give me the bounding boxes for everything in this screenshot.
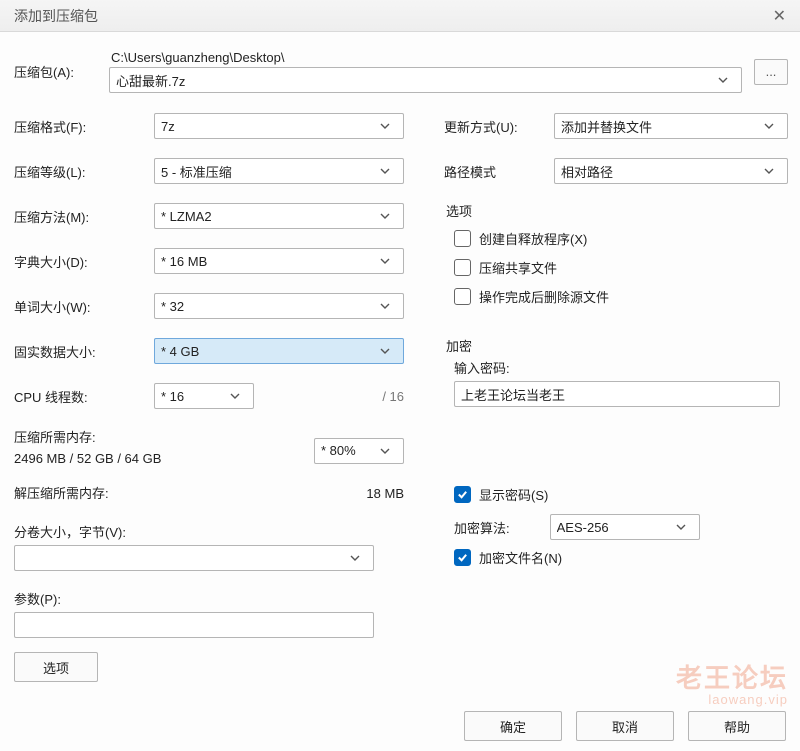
archive-label: 压缩包(A): bbox=[14, 62, 109, 81]
format-label: 压缩格式(F): bbox=[14, 117, 154, 136]
chevron-down-icon bbox=[373, 204, 397, 228]
format-combo[interactable]: 7z bbox=[154, 113, 404, 139]
chevron-down-icon bbox=[373, 249, 397, 273]
chevron-down-icon bbox=[373, 294, 397, 318]
method-combo[interactable]: * LZMA2 bbox=[154, 203, 404, 229]
chevron-down-icon bbox=[373, 339, 397, 363]
mem-decompress-value: 18 MB bbox=[366, 484, 404, 505]
mem-compress-value: 2496 MB / 52 GB / 64 GB bbox=[14, 449, 314, 470]
chevron-down-icon bbox=[711, 68, 735, 92]
delete-after-label: 操作完成后删除源文件 bbox=[479, 287, 609, 306]
dict-label: 字典大小(D): bbox=[14, 252, 154, 271]
update-label: 更新方式(U): bbox=[444, 117, 554, 136]
solid-label: 固实数据大小: bbox=[14, 342, 154, 361]
mem-decompress-label: 解压缩所需内存: bbox=[14, 484, 366, 505]
chevron-down-icon bbox=[373, 159, 397, 183]
params-input[interactable] bbox=[14, 612, 374, 638]
pathmode-label: 路径模式 bbox=[444, 162, 554, 181]
shared-checkbox[interactable] bbox=[454, 259, 471, 276]
delete-after-checkbox[interactable] bbox=[454, 288, 471, 305]
options-legend: 选项 bbox=[446, 201, 472, 220]
close-icon[interactable]: ✕ bbox=[767, 2, 792, 30]
archive-path-prefix: C:\Users\guanzheng\Desktop\ bbox=[109, 50, 742, 65]
ok-button[interactable]: 确定 bbox=[464, 711, 562, 741]
word-label: 单词大小(W): bbox=[14, 297, 154, 316]
mem-pct-combo[interactable]: * 80% bbox=[314, 438, 404, 464]
cpu-combo[interactable]: * 16 bbox=[154, 383, 254, 409]
level-label: 压缩等级(L): bbox=[14, 162, 154, 181]
encrypt-legend: 加密 bbox=[446, 336, 472, 355]
enc-names-checkbox[interactable] bbox=[454, 549, 471, 566]
options-button[interactable]: 选项 bbox=[14, 652, 98, 682]
chevron-down-icon bbox=[343, 546, 367, 570]
cpu-max: / 16 bbox=[382, 389, 404, 404]
level-combo[interactable]: 5 - 标准压缩 bbox=[154, 158, 404, 184]
mem-compress-label: 压缩所需内存: bbox=[14, 428, 314, 449]
shared-label: 压缩共享文件 bbox=[479, 258, 557, 277]
chevron-down-icon bbox=[757, 114, 781, 138]
chevron-down-icon bbox=[373, 114, 397, 138]
archive-filename-combo[interactable]: 心甜最新.7z bbox=[109, 67, 742, 93]
show-password-checkbox[interactable] bbox=[454, 486, 471, 503]
window-title: 添加到压缩包 bbox=[14, 6, 98, 26]
dict-combo[interactable]: * 16 MB bbox=[154, 248, 404, 274]
password-input[interactable]: 上老王论坛当老王 bbox=[454, 381, 780, 407]
pathmode-combo[interactable]: 相对路径 bbox=[554, 158, 788, 184]
word-combo[interactable]: * 32 bbox=[154, 293, 404, 319]
cpu-label: CPU 线程数: bbox=[14, 387, 154, 406]
split-label: 分卷大小，字节(V): bbox=[14, 522, 404, 541]
enc-algo-combo[interactable]: AES-256 bbox=[550, 514, 700, 540]
chevron-down-icon bbox=[669, 515, 693, 539]
help-button[interactable]: 帮助 bbox=[688, 711, 786, 741]
cancel-button[interactable]: 取消 bbox=[576, 711, 674, 741]
sfx-label: 创建自释放程序(X) bbox=[479, 229, 587, 248]
password-label: 输入密码: bbox=[454, 358, 786, 377]
encrypt-group: 加密 输入密码: 上老王论坛当老王 显示密码(S) 加密算法: AES-256 bbox=[444, 338, 788, 583]
chevron-down-icon bbox=[373, 439, 397, 463]
params-label: 参数(P): bbox=[14, 589, 404, 608]
show-password-label: 显示密码(S) bbox=[479, 485, 548, 504]
chevron-down-icon bbox=[757, 159, 781, 183]
method-label: 压缩方法(M): bbox=[14, 207, 154, 226]
update-combo[interactable]: 添加并替换文件 bbox=[554, 113, 788, 139]
split-combo[interactable] bbox=[14, 545, 374, 571]
chevron-down-icon bbox=[223, 384, 247, 408]
browse-button[interactable]: ... bbox=[754, 59, 788, 85]
enc-names-label: 加密文件名(N) bbox=[479, 548, 562, 567]
sfx-checkbox[interactable] bbox=[454, 230, 471, 247]
solid-combo[interactable]: * 4 GB bbox=[154, 338, 404, 364]
enc-algo-label: 加密算法: bbox=[454, 518, 510, 537]
titlebar: 添加到压缩包 ✕ bbox=[0, 0, 800, 32]
options-group: 选项 创建自释放程序(X) 压缩共享文件 操作完成后删除源文件 bbox=[444, 203, 788, 324]
